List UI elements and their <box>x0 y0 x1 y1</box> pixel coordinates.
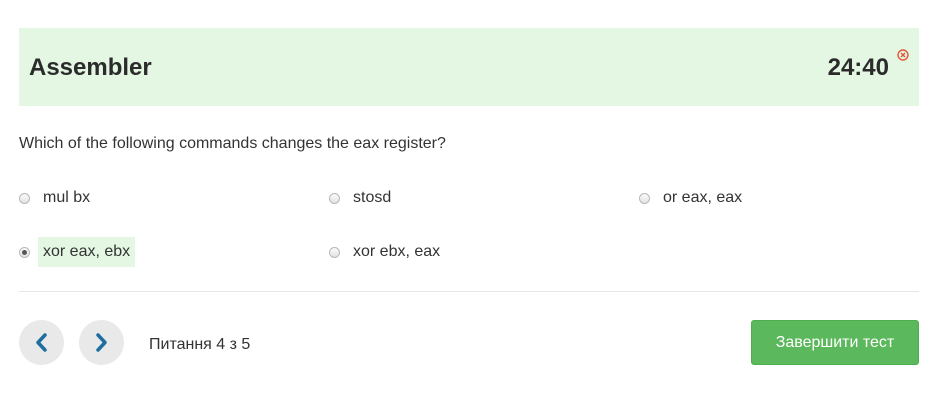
next-question-button[interactable] <box>79 320 124 365</box>
radio-button[interactable] <box>19 192 30 204</box>
answer-option[interactable]: or eax, eax <box>639 183 747 213</box>
radio-button[interactable] <box>639 192 650 204</box>
answer-option-label: or eax, eax <box>663 189 743 206</box>
previous-question-button[interactable] <box>19 320 64 365</box>
answer-option-label: xor eax, ebx <box>38 237 136 267</box>
answer-option[interactable]: stosd <box>329 183 396 213</box>
chevron-left-icon <box>36 333 47 352</box>
answer-option[interactable]: xor ebx, eax <box>329 237 445 267</box>
radio-button[interactable] <box>19 246 30 258</box>
timer: 24:40 <box>827 54 889 81</box>
answer-option-label: mul bx <box>43 189 91 206</box>
finish-test-button[interactable]: Завершити тест <box>751 320 919 365</box>
chevron-right-icon <box>96 333 107 352</box>
answer-option-label: xor ebx, eax <box>353 243 441 260</box>
question-progress: Питання 4 з 5 <box>149 336 251 353</box>
close-circle-icon[interactable] <box>897 48 909 61</box>
answer-option[interactable]: xor eax, ebx <box>19 237 136 267</box>
radio-button[interactable] <box>329 246 340 258</box>
question-text: Which of the following commands changes … <box>19 135 446 152</box>
divider <box>19 291 919 292</box>
answer-option[interactable]: mul bx <box>19 183 95 213</box>
quiz-title: Assembler <box>29 54 152 81</box>
quiz-container: Assembler 24:40 Which of the following c… <box>0 0 935 401</box>
radio-button[interactable] <box>329 192 340 204</box>
answer-option-label: stosd <box>353 189 392 206</box>
quiz-header: Assembler 24:40 <box>19 28 919 106</box>
